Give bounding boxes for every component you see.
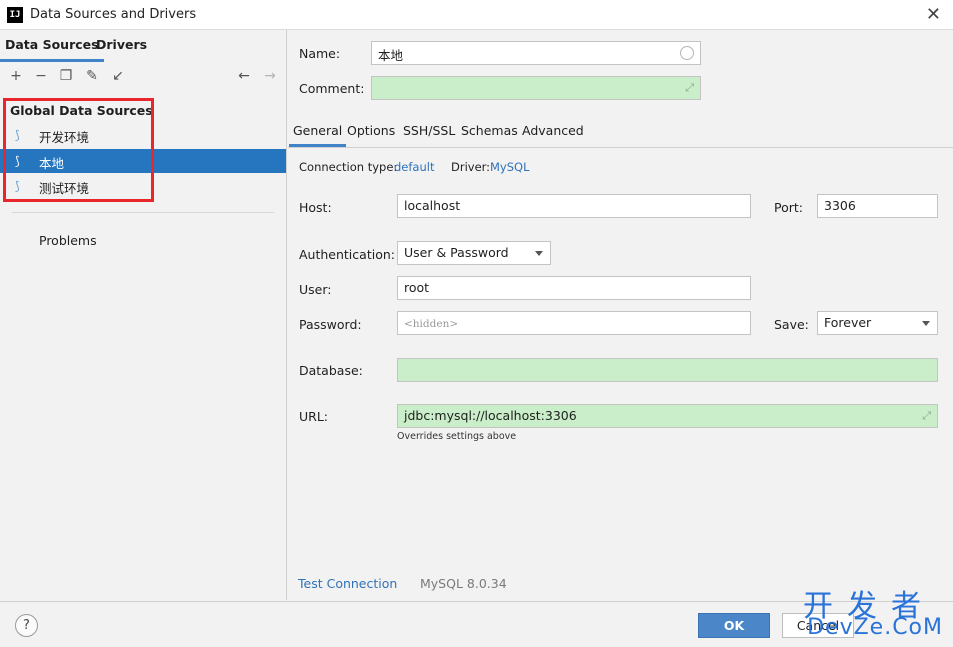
right-pane: Name: 本地 Comment: ⤢ General Options SSH/… (288, 30, 953, 600)
back-arrow-icon[interactable]: ← (234, 66, 254, 86)
tab-data-sources[interactable]: Data Sources (0, 37, 104, 62)
ok-button[interactable]: OK (698, 613, 770, 638)
tab-drivers[interactable]: Drivers (96, 37, 147, 52)
driver-link[interactable]: MySQL (490, 160, 530, 174)
divider (12, 212, 274, 213)
left-pane: Data Sources Drivers + − ❐ ✎ ↙ ← → Globa… (0, 30, 287, 600)
port-field[interactable]: 3306 (817, 194, 938, 218)
import-icon[interactable]: ↙ (108, 66, 128, 86)
user-label: User: (299, 282, 332, 297)
duplicate-icon[interactable]: ❐ (56, 66, 76, 86)
url-hint: Overrides settings above (397, 431, 517, 442)
intellij-app-icon: IJ (7, 7, 23, 23)
user-field[interactable]: root (397, 276, 751, 300)
add-icon[interactable]: + (6, 66, 26, 86)
port-label: Port: (774, 200, 803, 215)
port-value: 3306 (824, 198, 856, 213)
forward-arrow-icon[interactable]: → (260, 66, 280, 86)
host-value: localhost (404, 198, 461, 213)
server-version: MySQL 8.0.34 (420, 576, 507, 591)
settings-tabs: General Options SSH/SSL Schemas Advanced (288, 120, 953, 148)
window-title: Data Sources and Drivers (30, 7, 197, 22)
wrench-icon[interactable]: ✎ (82, 66, 102, 86)
database-field[interactable] (397, 358, 938, 382)
url-field[interactable]: jdbc:mysql://localhost:3306 ⤢ (397, 404, 938, 428)
authentication-value: User & Password (404, 245, 509, 260)
name-value: 本地 (378, 48, 404, 63)
tab-advanced[interactable]: Advanced (522, 123, 584, 138)
test-connection-link[interactable]: Test Connection (298, 576, 397, 591)
expand-icon[interactable]: ⤢ (922, 409, 931, 423)
url-value: jdbc:mysql://localhost:3306 (404, 408, 577, 423)
driver-label: Driver: (451, 160, 491, 174)
comment-label: Comment: (299, 81, 365, 96)
chevron-down-icon (922, 321, 930, 326)
name-label: Name: (299, 46, 341, 61)
password-label: Password: (299, 317, 362, 332)
title-bar: IJ Data Sources and Drivers ✕ (0, 0, 953, 30)
connection-type-link[interactable]: default (394, 160, 434, 174)
tab-general[interactable]: General (288, 123, 347, 147)
watermark-bottom-text: DevZe.CoM (807, 615, 943, 640)
color-circle-icon[interactable] (680, 46, 694, 60)
left-tabs: Data Sources Drivers (0, 30, 287, 62)
host-label: Host: (299, 200, 332, 215)
user-value: root (404, 280, 430, 295)
save-label: Save: (774, 317, 809, 332)
close-icon[interactable]: ✕ (926, 4, 941, 25)
authentication-label: Authentication: (299, 247, 395, 262)
name-field[interactable]: 本地 (371, 41, 701, 65)
host-field[interactable]: localhost (397, 194, 751, 218)
tab-schemas[interactable]: Schemas (461, 123, 518, 138)
help-button[interactable]: ? (15, 614, 38, 637)
remove-icon[interactable]: − (31, 66, 51, 86)
tab-options[interactable]: Options (347, 123, 395, 138)
left-toolbar: + − ❐ ✎ ↙ ← → (0, 64, 287, 90)
save-select[interactable]: Forever (817, 311, 938, 335)
database-label: Database: (299, 363, 363, 378)
problems-item[interactable]: Problems (39, 233, 97, 248)
authentication-select[interactable]: User & Password (397, 241, 551, 265)
connection-type-label: Connection type: (299, 160, 398, 174)
expand-icon[interactable]: ⤢ (685, 81, 694, 95)
password-placeholder: <hidden> (404, 318, 459, 330)
password-field[interactable]: <hidden> (397, 311, 751, 335)
devze-watermark: 开发者 DevZe.CoM (790, 581, 945, 640)
url-label: URL: (299, 409, 329, 424)
tab-ssh-ssl[interactable]: SSH/SSL (403, 123, 455, 138)
save-value: Forever (824, 315, 872, 330)
comment-field[interactable]: ⤢ (371, 76, 701, 100)
chevron-down-icon (535, 251, 543, 256)
red-highlight-annotation (3, 98, 154, 202)
